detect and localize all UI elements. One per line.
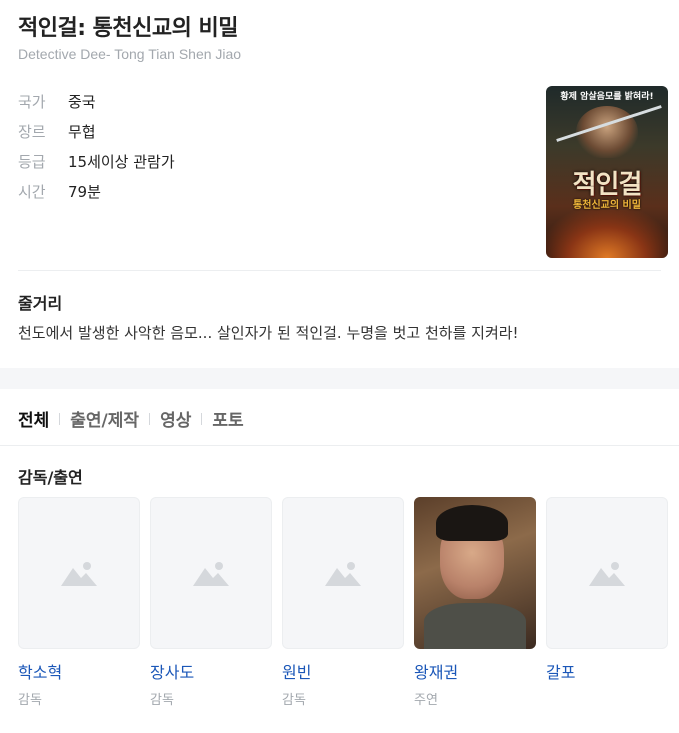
divider [0, 445, 679, 446]
page-title: 적인걸: 통천신교의 비밀 [18, 16, 239, 41]
person-role: 감독 [282, 693, 306, 708]
person-role: 주연 [414, 693, 438, 708]
original-title: Detective Dee- Tong Tian Shen Jiao [18, 46, 242, 62]
portrait-hair [436, 505, 508, 541]
placeholder-image-icon [589, 562, 625, 586]
info-list: 국가 중국 장르 무협 등급 15세이상 관람가 시간 79분 [18, 86, 175, 206]
info-label: 장르 [18, 122, 46, 141]
placeholder-image-icon [61, 562, 97, 586]
cast-item[interactable]: 학소혁 감독 [18, 497, 140, 708]
cast-item[interactable]: 갈포 [546, 497, 668, 705]
info-value: 79분 [68, 182, 101, 201]
person-photo[interactable] [150, 497, 272, 649]
person-photo[interactable] [546, 497, 668, 649]
person-name[interactable]: 학소혁 [18, 659, 140, 683]
person-name[interactable]: 갈포 [546, 659, 668, 683]
cast-section-heading: 감독/출연 [18, 468, 83, 487]
info-value: 15세이상 관람가 [68, 152, 175, 171]
movie-info-card: 적인걸: 통천신교의 비밀 Detective Dee- Tong Tian S… [0, 0, 679, 368]
tab-cast-crew[interactable]: 출연/제작 [70, 406, 139, 431]
info-value: 중국 [68, 92, 96, 111]
cast-list: 학소혁 감독 장사도 감독 원빈 감독 왕재권 주연 갈포 [18, 497, 678, 708]
divider [18, 270, 661, 271]
movie-poster[interactable]: 황제 암살음모를 밝혀라! 적인걸 통천신교의 비밀 [546, 86, 668, 258]
tab-separator [59, 412, 61, 425]
info-value: 무협 [68, 122, 96, 141]
synopsis-text: 천도에서 발생한 사악한 음모... 살인자가 된 적인걸. 누명을 벗고 천하… [18, 324, 519, 342]
info-label: 시간 [18, 182, 46, 201]
person-photo[interactable] [18, 497, 140, 649]
person-role [546, 689, 668, 705]
info-label: 국가 [18, 92, 46, 111]
info-label: 등급 [18, 152, 46, 171]
cast-item[interactable]: 왕재권 주연 [414, 497, 536, 708]
placeholder-image-icon [193, 562, 229, 586]
tab-photos[interactable]: 포토 [212, 406, 243, 431]
portrait-scarf [424, 603, 526, 649]
tab-bar: 전체 출연/제작 영상 포토 [18, 406, 244, 431]
cast-item[interactable]: 장사도 감독 [150, 497, 272, 708]
person-role: 감독 [150, 693, 174, 708]
person-photo[interactable] [414, 497, 536, 649]
tab-all[interactable]: 전체 [18, 406, 49, 431]
info-row-country: 국가 중국 [18, 86, 175, 116]
info-row-runtime: 시간 79분 [18, 176, 175, 206]
poster-subtitle: 통천신교의 비밀 [573, 200, 641, 211]
info-row-genre: 장르 무협 [18, 116, 175, 146]
poster-fire [546, 210, 668, 258]
person-name[interactable]: 원빈 [282, 659, 404, 683]
tab-videos[interactable]: 영상 [160, 406, 191, 431]
person-name[interactable]: 왕재권 [414, 659, 536, 683]
person-role: 감독 [18, 693, 42, 708]
poster-tagline: 황제 암살음모를 밝혀라! [560, 92, 654, 102]
info-row-rating: 등급 15세이상 관람가 [18, 146, 175, 176]
tab-separator [201, 412, 203, 425]
synopsis-heading: 줄거리 [18, 294, 63, 313]
person-photo[interactable] [282, 497, 404, 649]
tab-separator [149, 412, 151, 425]
placeholder-image-icon [325, 562, 361, 586]
cast-item[interactable]: 원빈 감독 [282, 497, 404, 708]
cast-card: 전체 출연/제작 영상 포토 감독/출연 학소혁 감독 장사도 감독 원빈 감독… [0, 389, 679, 733]
person-name[interactable]: 장사도 [150, 659, 272, 683]
